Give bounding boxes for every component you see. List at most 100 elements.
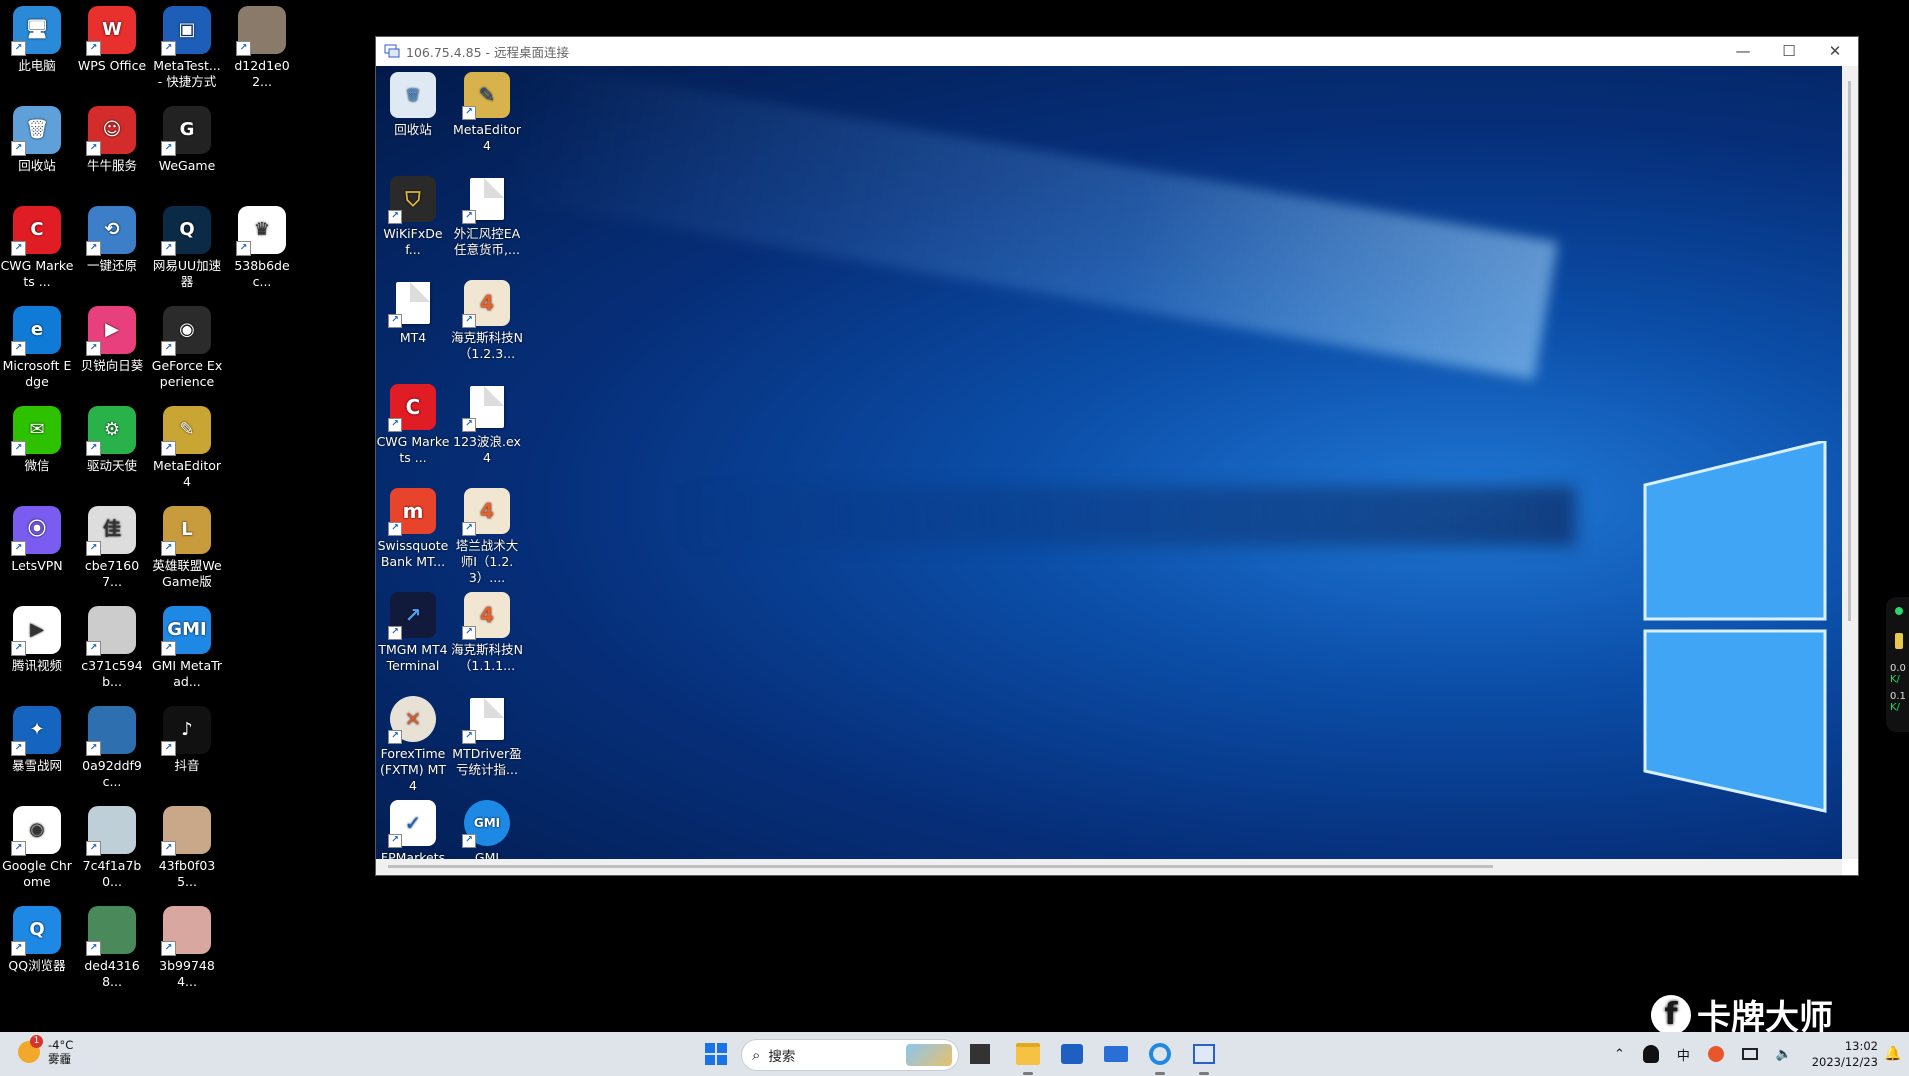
remote-desktop-icon-item[interactable]: GMI ↗ GMI	[450, 800, 524, 859]
remote-desktop-icon-item[interactable]: ✕ ↗ ForexTime (FXTM) MT4	[376, 696, 450, 794]
vertical-scrollbar[interactable]	[1842, 66, 1858, 859]
desktop-icon[interactable]: ▶ ↗ 腾讯视频	[0, 606, 74, 674]
qq-tray-icon[interactable]	[1642, 1045, 1659, 1063]
desktop-icon[interactable]: G ↗ WeGame	[150, 106, 224, 174]
desktop-icon-label: 英雄联盟WeGame版	[152, 558, 222, 589]
clock[interactable]: 13:02 2023/12/23	[1806, 1032, 1878, 1076]
remote-desktop-icon-item[interactable]: ↗ ↗ TMGM MT4 Terminal	[376, 592, 450, 674]
mail-button[interactable]	[1100, 1038, 1132, 1070]
app-icon: ⟲ ↗	[86, 206, 136, 256]
weather-widget[interactable]: 1 -4°C 雾霾	[18, 1035, 73, 1066]
scrollbar-thumb[interactable]	[388, 865, 1493, 868]
desktop-icon[interactable]: 佳 ↗ cbe71607...	[75, 506, 149, 590]
notification-bell-icon[interactable]: 🔔	[1884, 1032, 1901, 1076]
desktop-icon[interactable]: Q ↗ QQ浏览器	[0, 906, 74, 974]
close-button[interactable]: ✕	[1812, 37, 1858, 65]
shortcut-arrow-icon: ↗	[388, 834, 402, 848]
shortcut-arrow-icon: ↗	[11, 241, 26, 256]
app-icon: L ↗	[161, 506, 211, 556]
desktop-icon[interactable]: ♪ ↗ 抖音	[150, 706, 224, 774]
scrollbar-thumb[interactable]	[1848, 81, 1851, 621]
desktop-icon[interactable]: ↗ 7c4f1a7b0...	[75, 806, 149, 890]
remote-desktop-icon-item[interactable]: 4 ↗ 海克斯科技N（1.1.1...	[450, 592, 524, 674]
desktop-icon[interactable]: 🗑 ↗ 回收站	[0, 106, 74, 174]
desktop-icon[interactable]: ⦿ ↗ LetsVPN	[0, 506, 74, 574]
input-method-indicator[interactable]: 中	[1677, 1045, 1690, 1064]
desktop-icon[interactable]: ↗ c371c594b...	[75, 606, 149, 690]
desktop-icon[interactable]: ⚙ ↗ 驱动天使	[75, 406, 149, 474]
remote-desktop-icon-item[interactable]: 4 ↗ 塔兰战术大师I（1.2.3）....	[450, 488, 524, 586]
show-hidden-icons-chevron-icon[interactable]: ⌃	[1614, 1047, 1625, 1062]
remote-desktop-icon-item[interactable]: ↗ MT4	[376, 280, 450, 346]
desktop-icon[interactable]: W ↗ WPS Office	[75, 6, 149, 74]
remote-desktop-icon-label: MT4	[399, 330, 427, 345]
horizontal-scrollbar[interactable]	[376, 859, 1842, 875]
desktop-icon[interactable]: GMI ↗ GMI MetaTrad...	[150, 606, 224, 690]
desktop-icon[interactable]: ▣ ↗ MetaTest... - 快捷方式	[150, 6, 224, 90]
desktop-icon[interactable]: ◉ ↗ GeForce Experience	[150, 306, 224, 390]
minimize-button[interactable]: —	[1720, 37, 1766, 65]
remote-desktop-icon-item[interactable]: C ↗ CWG Markets ...	[376, 384, 450, 466]
window-titlebar[interactable]: 106.75.4.85 - 远程桌面连接 — ☐ ✕	[376, 37, 1858, 65]
task-view-button[interactable]	[964, 1038, 996, 1070]
shortcut-arrow-icon: ↗	[161, 141, 176, 156]
remote-desktop-icon-item[interactable]: ✓ ↗ FPMarkets	[376, 800, 450, 859]
remote-desktop-icon-label: 海克斯科技N（1.1.1...	[451, 642, 523, 673]
desktop-icon[interactable]: ✦ ↗ 暴雪战网	[0, 706, 74, 774]
desktop-icon[interactable]: ↗ 43fb0f035...	[150, 806, 224, 890]
desktop-icon[interactable]: ↗ d12d1e02...	[225, 6, 299, 90]
app-icon: ↗	[86, 706, 136, 756]
desktop-icon[interactable]: ☺ ↗ 牛牛服务	[75, 106, 149, 174]
shortcut-arrow-icon: ↗	[462, 210, 476, 224]
maximize-button[interactable]: ☐	[1766, 37, 1812, 65]
app-icon: ↗	[86, 606, 136, 656]
app-icon: ⛉ ↗	[388, 176, 436, 224]
desktop-icon[interactable]: ▶ ↗ 贝锐向日葵	[75, 306, 149, 374]
desktop-icon[interactable]: e ↗ Microsoft Edge	[0, 306, 74, 390]
volume-icon[interactable]: 🔈	[1776, 1047, 1792, 1062]
shortcut-arrow-icon: ↗	[462, 522, 476, 536]
desktop-icon[interactable]: ♛ ↗ 538b6dec...	[225, 206, 299, 290]
network-speed-widget[interactable]: 0.0 K/ 0.1 K/	[1886, 597, 1909, 732]
remote-desktop-icon-item[interactable]: ↗ 123波浪.ex4	[450, 384, 524, 466]
remote-desktop-icon-item[interactable]: ↗ MTDriver盈亏统计指...	[450, 696, 524, 778]
shortcut-arrow-icon: ↗	[11, 441, 26, 456]
desktop-icon[interactable]: 🖥 ↗ 此电脑	[0, 6, 74, 74]
app-icon: ↗	[161, 906, 211, 956]
remote-desktop-icon-item[interactable]: ⛉ ↗ WiKiFxDef...	[376, 176, 450, 258]
desktop-icon[interactable]: ✎ ↗ MetaEditor 4	[150, 406, 224, 490]
remote-desktop-icon-label: CWG Markets ...	[376, 434, 450, 465]
remote-desktop-icon-item[interactable]: ↗ 外汇风控EA任意货币,...	[450, 176, 524, 258]
desktop-icon-label: WeGame	[158, 158, 216, 173]
desktop-icon[interactable]: ↗ 0a92ddf9c...	[75, 706, 149, 790]
remote-desktop-icon-item[interactable]: ✎ ↗ MetaEditor 4	[450, 72, 524, 154]
desktop-icon[interactable]: ↗ 3b997484...	[150, 906, 224, 990]
network-icon[interactable]	[1741, 1048, 1758, 1060]
desktop-icon[interactable]: L ↗ 英雄联盟WeGame版	[150, 506, 224, 590]
qq-browser-button[interactable]	[1144, 1038, 1176, 1075]
file-explorer-button[interactable]	[1012, 1038, 1044, 1075]
remote-desktop-icon-item[interactable]: 🗑 回收站	[376, 72, 450, 138]
shortcut-arrow-icon: ↗	[86, 941, 101, 956]
microsoft-store-button[interactable]	[1056, 1038, 1088, 1070]
desktop-icon[interactable]: ◉ ↗ Google Chrome	[0, 806, 74, 890]
desktop-icon[interactable]: C ↗ CWG Markets ...	[0, 206, 74, 290]
desktop-icon[interactable]: ✉ ↗ 微信	[0, 406, 74, 474]
remote-desktop-taskbar-button[interactable]	[1188, 1038, 1220, 1075]
app-icon: ↗	[86, 806, 136, 856]
desktop-icon-label: CWG Markets ...	[0, 258, 74, 289]
desktop-icon-label: d12d1e02...	[234, 58, 290, 89]
remote-desktop-icon-item[interactable]: 4 ↗ 海克斯科技N（1.2.3...	[450, 280, 524, 362]
remote-desktop-icon-item[interactable]: m ↗ Swissquote Bank MT...	[376, 488, 450, 570]
windows-logo-graphic	[1643, 441, 1827, 813]
sogou-ime-icon[interactable]	[1707, 1046, 1724, 1062]
start-button[interactable]	[700, 1038, 732, 1070]
taskbar-search[interactable]: ⌕ 搜索	[741, 1039, 959, 1071]
desktop-icon[interactable]: ↗ ded43168...	[75, 906, 149, 990]
app-icon: ✎ ↗	[161, 406, 211, 456]
desktop-icon[interactable]: ⟲ ↗ 一键还原	[75, 206, 149, 274]
remote-desktop-window[interactable]: 106.75.4.85 - 远程桌面连接 — ☐ ✕ 🗑 回收站 ✎ ↗ MetaEdi…	[375, 36, 1859, 876]
desktop-icon[interactable]: Q ↗ 网易UU加速器	[150, 206, 224, 290]
remote-desktop-screen[interactable]: 🗑 回收站 ✎ ↗ MetaEditor 4 ⛉ ↗ WiKiFxDef... ↗ 外汇风控EA任…	[376, 66, 1842, 859]
shortcut-arrow-icon: ↗	[11, 541, 26, 556]
